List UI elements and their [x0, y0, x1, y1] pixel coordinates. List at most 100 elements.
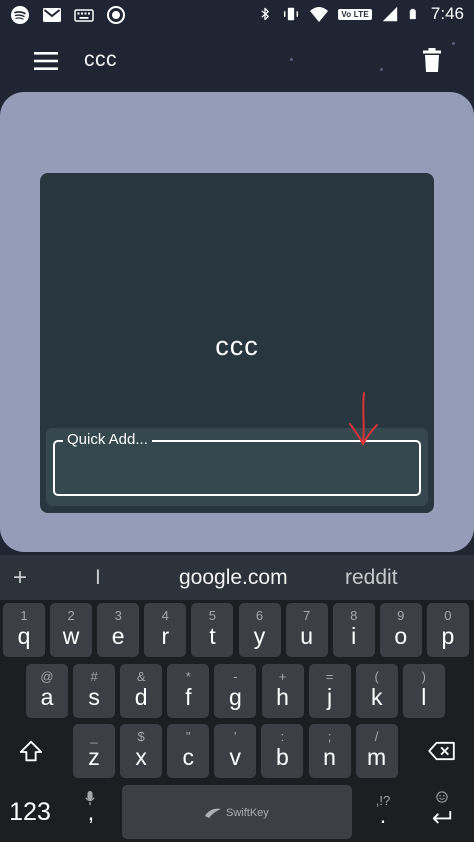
key-label: m	[367, 744, 387, 770]
key-w[interactable]: 2w	[50, 603, 93, 657]
backspace-icon	[428, 741, 455, 761]
signal-icon	[382, 6, 398, 22]
shift-icon	[19, 740, 43, 762]
numbers-key-label: 123	[9, 798, 51, 826]
key-hint: 5	[208, 608, 216, 623]
comma-key[interactable]: ,	[68, 785, 114, 839]
key-v[interactable]: ' v	[214, 724, 257, 778]
space-key[interactable]: SwiftKey	[122, 785, 352, 839]
enter-key[interactable]	[414, 785, 470, 839]
key-hint: 9	[397, 608, 405, 623]
key-y[interactable]: 6y	[238, 603, 281, 657]
key-label: s	[88, 684, 100, 710]
backspace-key[interactable]	[414, 724, 470, 778]
key-label: f	[185, 684, 192, 710]
key-hint: @	[40, 669, 54, 684]
key-label: p	[441, 623, 455, 649]
key-d[interactable]: & d	[120, 664, 163, 718]
key-hint: -	[233, 669, 238, 684]
key-r[interactable]: 4r	[144, 603, 187, 657]
decorative-dot	[290, 58, 293, 61]
key-hint: +	[278, 669, 287, 684]
key-l[interactable]: ) l	[402, 664, 445, 718]
key-q[interactable]: 1q	[3, 603, 45, 657]
volte-badge: Vo LTE	[338, 8, 372, 20]
key-label: c	[182, 744, 194, 770]
key-o[interactable]: 9o	[379, 603, 422, 657]
key-label: u	[300, 623, 313, 649]
key-hint: $	[137, 729, 145, 744]
key-label: k	[370, 684, 383, 710]
gmail-icon	[43, 8, 61, 22]
card-title: ccc	[215, 331, 259, 361]
key-hint: /	[374, 729, 379, 744]
toolbar-expand-button[interactable]: +	[13, 564, 27, 592]
key-hint: (	[374, 669, 379, 684]
key-k[interactable]: (k	[355, 664, 398, 718]
key-t[interactable]: 5t	[191, 603, 234, 657]
suggestion-1[interactable]: I	[95, 566, 101, 590]
key-hint: 7	[302, 608, 311, 623]
key-hint: )	[421, 669, 426, 684]
period-key[interactable]: ,!? .	[360, 785, 406, 839]
key-z[interactable]: _ z	[73, 724, 115, 778]
quick-add-label: Quick Add...	[63, 431, 152, 449]
swiftkey-label: SwiftKey	[226, 807, 269, 819]
page-title: ccc	[84, 48, 117, 71]
shift-key[interactable]	[2, 724, 58, 778]
key-m[interactable]: / m	[355, 724, 398, 778]
key-hint: '	[234, 729, 237, 744]
key-label: y	[253, 623, 266, 649]
key-label: x	[135, 744, 147, 770]
key-f[interactable]: * f	[167, 664, 210, 718]
keyboard-icon	[74, 9, 94, 22]
key-hint: "	[185, 729, 191, 744]
key-label: b	[275, 744, 289, 770]
key-b[interactable]: :b	[261, 724, 304, 778]
key-a[interactable]: @ a	[26, 664, 68, 718]
key-u[interactable]: 7u	[285, 603, 328, 657]
wifi-icon	[310, 7, 329, 22]
emoji-icon	[436, 791, 448, 803]
key-label: g	[228, 684, 242, 710]
key-label: r	[161, 623, 170, 649]
key-n[interactable]: ; n	[308, 724, 351, 778]
key-h[interactable]: + h	[261, 664, 304, 718]
key-s[interactable]: # s	[73, 664, 116, 718]
key-hint: ;	[327, 729, 332, 744]
key-hint: *	[185, 669, 191, 684]
key-label: h	[276, 684, 289, 710]
key-label: w	[62, 623, 80, 649]
status-bar: Vo LTE 7:46	[0, 0, 474, 30]
key-label: i	[351, 623, 357, 649]
period-key-label: .	[379, 802, 387, 828]
key-label: o	[394, 623, 408, 649]
key-hint: =	[325, 669, 334, 684]
suggestion-2[interactable]: google.com	[179, 566, 288, 590]
key-label: v	[229, 744, 242, 770]
key-label: q	[17, 623, 31, 649]
vibrate-icon	[284, 7, 299, 21]
clock: 7:46	[430, 4, 464, 23]
key-hint: 3	[114, 608, 122, 623]
key-p[interactable]: 0p	[426, 603, 469, 657]
key-c[interactable]: " c	[167, 724, 210, 778]
on-screen-keyboard: 1 q 2 w 3 e 4 r 5 t 6 y 7 u 8 i 9 o 0 p @ a # s & d * f - g + h = j(k) l _ z…	[0, 600, 474, 842]
enter-icon	[432, 811, 452, 824]
key-x[interactable]: $ x	[120, 724, 163, 778]
key-hint: 6	[255, 608, 264, 623]
delete-icon[interactable]	[422, 48, 442, 72]
battery-icon	[409, 8, 416, 20]
suggestion-3[interactable]: reddit	[345, 566, 398, 590]
numbers-key[interactable]: 123	[2, 785, 58, 839]
key-label: n	[323, 744, 336, 770]
key-g[interactable]: -g	[214, 664, 257, 718]
menu-icon[interactable]	[34, 52, 58, 70]
key-e[interactable]: 3e	[97, 603, 140, 657]
key-label: t	[209, 623, 216, 649]
suggestion-bar: + I google.com reddit	[0, 555, 474, 600]
key-j[interactable]: = j	[308, 664, 351, 718]
key-i[interactable]: 8i	[332, 603, 375, 657]
key-hint: 8	[350, 608, 358, 623]
key-hint: 2	[67, 608, 75, 623]
